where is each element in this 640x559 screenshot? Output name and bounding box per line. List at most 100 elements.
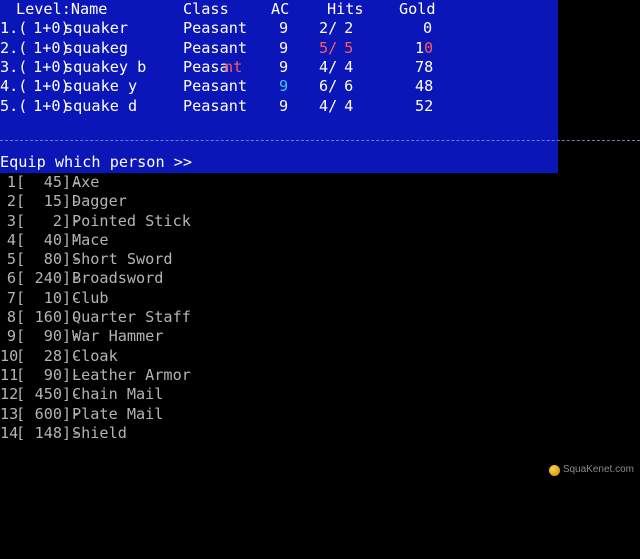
header-hits: Hits xyxy=(327,0,364,18)
member-level: 1+0) xyxy=(24,19,70,38)
member-gold-highlight: 0 xyxy=(424,38,434,57)
party-member-row[interactable]: 2.( 1+0) squakeg Peasant 9 5/ 5 1 0 xyxy=(0,39,433,58)
item-number: 8 xyxy=(6,308,16,327)
divider-line xyxy=(0,140,640,141)
item-price: 600 xyxy=(34,404,62,423)
item-price: 240 xyxy=(34,269,62,288)
header-gold: Gold xyxy=(399,0,436,18)
equipment-item[interactable]: 2 [ 15 ]- Dagger xyxy=(0,192,640,211)
item-number: 4 xyxy=(6,230,16,249)
equipment-item[interactable]: 7 [ 10 ]- Club xyxy=(0,289,640,308)
item-name: Plate Mail xyxy=(72,404,164,423)
member-hits-max: 6 xyxy=(335,77,354,96)
watermark-logo: SquaKenet.com xyxy=(548,464,634,476)
member-class-highlight: nt xyxy=(224,57,243,76)
item-price: 90 xyxy=(43,365,62,384)
item-price: 40 xyxy=(43,230,62,249)
equipment-item[interactable]: 6 [ 240 ]- Broadsword xyxy=(0,269,640,288)
member-hits-max: 5 xyxy=(335,38,354,57)
header-ac: AC xyxy=(271,0,290,18)
member-hits-max: 2 xyxy=(335,19,354,38)
header-class: Class xyxy=(183,0,229,18)
item-name: Cloak xyxy=(72,346,118,365)
member-gold: 52 xyxy=(415,96,434,115)
equip-prompt: Equip which person >> xyxy=(0,153,193,171)
item-name: Short Sword xyxy=(72,250,173,269)
item-number: 2 xyxy=(6,192,16,211)
item-number: 12 xyxy=(0,385,19,404)
party-member-row[interactable]: 1.( 1+0) squaker Peasant 9 2/ 2 0 xyxy=(0,19,432,38)
member-ac: 9 xyxy=(279,19,289,38)
watermark-text: SquaKenet.com xyxy=(562,464,634,475)
item-name: Leather Armor xyxy=(72,365,191,384)
item-price: 450 xyxy=(34,385,62,404)
item-price: 160 xyxy=(34,308,62,327)
party-member-row[interactable]: 4.( 1+0) squake y Peasant 9 6/ 6 48 xyxy=(0,77,433,96)
item-price: 148 xyxy=(34,423,62,442)
equipment-item[interactable]: 13 [ 600 ]- Plate Mail xyxy=(0,405,640,424)
member-name: squake d xyxy=(64,96,138,115)
item-price: 45 xyxy=(43,173,62,191)
member-class: Peasant xyxy=(183,19,248,38)
item-price: 80 xyxy=(43,250,62,269)
header-level-name: Level:Name xyxy=(16,0,108,18)
member-ac: 9 xyxy=(279,77,289,96)
member-name: squaker xyxy=(64,19,129,38)
member-gold: 1 xyxy=(415,38,425,57)
member-level: 1+0) xyxy=(24,96,70,115)
logo-icon xyxy=(548,464,560,476)
equipment-item[interactable]: 12 [ 450 ]- Chain Mail xyxy=(0,385,640,404)
equipment-item[interactable]: 5 [ 80 ]- Short Sword xyxy=(0,250,640,269)
item-price: 90 xyxy=(43,327,62,346)
item-number: 10 xyxy=(0,346,19,365)
party-member-row[interactable]: 3.( 1+0) squakey b Peasa nt 9 4/ 4 78 xyxy=(0,58,433,77)
equipment-item[interactable]: 8 [ 160 ]- Quarter Staff xyxy=(0,308,640,327)
member-class: Peasa xyxy=(183,57,229,76)
member-class: Peasant xyxy=(183,77,248,96)
member-ac: 9 xyxy=(279,38,289,57)
item-name: Dagger xyxy=(72,192,127,211)
party-member-row[interactable]: 5.( 1+0) squake d Peasant 9 4/ 4 52 xyxy=(0,97,433,116)
item-number: 13 xyxy=(0,404,19,423)
item-name: Mace xyxy=(72,230,109,249)
equipment-list: 1 [ 45 ]- Axe 2 [ 15 ]- Dagger 3 [ 2 ]- … xyxy=(0,173,640,443)
item-price: 10 xyxy=(43,288,62,307)
item-price: 2 xyxy=(52,211,62,230)
equipment-item[interactable]: 10 [ 28 ]- Cloak xyxy=(0,347,640,366)
party-header-row: Level:Name Class AC Hits Gold xyxy=(0,0,436,19)
item-name: Pointed Stick xyxy=(72,211,191,230)
item-name: Broadsword xyxy=(72,269,164,288)
member-hits-max: 4 xyxy=(335,96,354,115)
member-gold: 78 xyxy=(415,57,434,76)
equipment-item[interactable]: 3 [ 2 ]- Pointed Stick xyxy=(0,212,640,231)
equipment-item[interactable]: 1 [ 45 ]- Axe xyxy=(0,173,640,192)
member-ac: 9 xyxy=(279,96,289,115)
member-level: 1+0) xyxy=(24,57,70,76)
item-name: War Hammer xyxy=(72,327,164,346)
equipment-item[interactable]: 9 [ 90 ]- War Hammer xyxy=(0,327,640,346)
equipment-item[interactable]: 11 [ 90 ]- Leather Armor xyxy=(0,366,640,385)
item-name: Club xyxy=(72,288,109,307)
member-name: squake y xyxy=(64,77,138,96)
member-class: Peasant xyxy=(183,38,248,57)
item-price: 15 xyxy=(43,192,62,211)
item-number: 7 xyxy=(6,288,16,307)
equipment-item[interactable]: 4 [ 40 ]- Mace xyxy=(0,231,640,250)
item-name: Quarter Staff xyxy=(72,308,191,327)
item-number: 11 xyxy=(0,365,19,384)
item-number: 1 xyxy=(6,173,16,191)
member-level: 1+0) xyxy=(24,77,70,96)
member-name: squakeg xyxy=(64,38,129,57)
equipment-item[interactable]: 14 [ 148 ]- Shield xyxy=(0,424,640,443)
party-roster-panel: Level:Name Class AC Hits Gold 1.( 1+0) s… xyxy=(0,0,558,173)
member-level: 1+0) xyxy=(24,38,70,57)
member-name: squakey b xyxy=(64,57,147,76)
member-gold: 0 xyxy=(423,19,433,38)
item-number: 5 xyxy=(6,250,16,269)
item-number: 14 xyxy=(0,423,19,442)
item-name: Shield xyxy=(72,423,127,442)
member-gold: 48 xyxy=(415,77,434,96)
member-hits-max: 4 xyxy=(335,57,354,76)
item-name: Chain Mail xyxy=(72,385,164,404)
item-name: Axe xyxy=(72,173,100,191)
